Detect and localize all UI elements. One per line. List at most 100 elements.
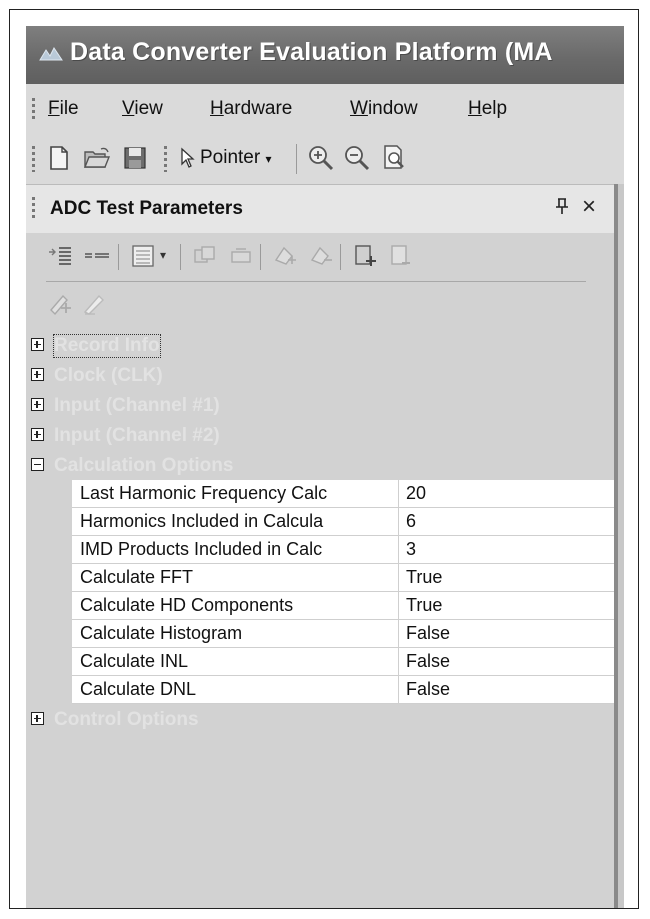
export-icon[interactable] [386,241,416,271]
copy-icon[interactable] [190,241,220,271]
category-label: Control Options [54,709,199,730]
property-value[interactable]: False [406,679,450,700]
pointer-arrow-icon [172,143,202,173]
property-row[interactable]: Harmonics Included in Calcula 6 [72,508,614,536]
remove-record-icon[interactable] [306,241,336,271]
column-divider [398,536,399,564]
property-pages-icon[interactable] [128,241,158,271]
property-value[interactable]: 20 [406,483,426,504]
property-row[interactable]: Calculate INL False [72,648,614,676]
panel-grip[interactable] [32,197,35,221]
zoom-out-icon[interactable] [342,143,372,173]
property-value[interactable]: True [406,567,442,588]
title-bar[interactable]: Data Converter Evaluation Platform (MA [26,26,624,84]
main-toolbar: Pointer ▾ [26,134,624,184]
column-divider [398,592,399,620]
property-name: IMD Products Included in Calc [80,539,323,559]
property-name: Calculate DNL [80,679,197,699]
expand-plus-icon[interactable] [31,368,44,381]
add-record-icon[interactable] [270,241,300,271]
column-divider [398,564,399,592]
collapse-minus-icon[interactable] [31,458,44,471]
expand-plus-icon[interactable] [31,428,44,441]
panel-separator [118,244,119,270]
menu-bar: File View Hardware Window Help [26,84,624,134]
category-clock[interactable]: Clock (CLK) [26,360,614,390]
toolbar-separator [296,144,297,174]
categorized-icon[interactable] [46,241,76,271]
paste-icon[interactable] [226,241,256,271]
toolbar-grip-2[interactable] [164,146,167,172]
pin-icon[interactable] [554,196,570,222]
panel-toolbar-divider [46,281,586,282]
property-row[interactable]: IMD Products Included in Calc 3 [72,536,614,564]
property-name: Calculate INL [80,651,189,671]
panel-separator [180,244,181,270]
zoom-fit-icon[interactable] [380,143,410,173]
menu-view[interactable]: View [122,98,163,120]
property-value[interactable]: False [406,623,450,644]
property-name: Calculate FFT [80,567,194,587]
panel-separator [340,244,341,270]
expand-plus-icon[interactable] [31,338,44,351]
category-label: Calculation Options [54,455,234,476]
panel-toolbar: ▾ [46,232,586,280]
column-divider [398,648,399,676]
new-file-icon[interactable] [44,143,74,173]
category-control-options[interactable]: Control Options [26,704,614,734]
property-row[interactable]: Calculate DNL False [72,676,614,704]
menu-help[interactable]: Help [468,98,507,120]
window-title: Data Converter Evaluation Platform (MA [70,38,553,66]
property-value[interactable]: True [406,595,442,616]
category-record-info[interactable]: Record Info [26,330,614,360]
category-label: Clock (CLK) [54,365,163,386]
category-calculation-options[interactable]: Calculation Options [26,450,614,480]
category-label: Input (Channel #2) [54,425,220,446]
menu-hardware[interactable]: Hardware [210,98,292,120]
expand-plus-icon[interactable] [31,398,44,411]
toolbar-grip[interactable] [32,146,35,172]
menubar-grip[interactable] [32,98,35,120]
edit-item-icon[interactable] [80,288,110,318]
property-value[interactable]: 3 [406,539,416,560]
close-icon[interactable]: × [582,193,596,221]
property-row[interactable]: Calculate FFT True [72,564,614,592]
panel-splitter-edge [618,184,624,908]
category-input-channel-2[interactable]: Input (Channel #2) [26,420,614,450]
property-row[interactable]: Last Harmonic Frequency Calc 20 [72,480,614,508]
property-name: Harmonics Included in Calcula [80,511,324,531]
panel-header[interactable]: ADC Test Parameters × [26,184,614,233]
column-divider [398,676,399,704]
open-folder-icon[interactable] [82,143,112,173]
property-grid: Record Info Clock (CLK) Input (Channel #… [26,330,614,908]
column-divider [398,620,399,648]
column-divider [398,508,399,536]
panel-toolbar-2 [46,284,126,324]
property-row[interactable]: Calculate HD Components True [72,592,614,620]
property-name: Calculate HD Components [80,595,294,615]
category-label: Record Info [53,334,161,358]
property-value[interactable]: False [406,651,450,672]
chevron-down-icon: ▾ [265,152,272,166]
property-row[interactable]: Calculate Histogram False [72,620,614,648]
category-input-channel-1[interactable]: Input (Channel #1) [26,390,614,420]
property-name: Calculate Histogram [80,623,243,643]
app-icon [39,47,63,61]
pointer-dropdown[interactable]: Pointer ▾ [200,147,272,169]
panel-title: ADC Test Parameters [50,198,243,219]
alphabetical-icon[interactable] [82,241,112,271]
column-divider [398,480,399,508]
property-value[interactable]: 6 [406,511,416,532]
panel-separator [260,244,261,270]
menu-window[interactable]: Window [350,98,418,120]
expand-plus-icon[interactable] [31,712,44,725]
add-item-icon[interactable] [46,288,76,318]
save-icon[interactable] [120,143,150,173]
property-name: Last Harmonic Frequency Calc [80,483,328,503]
chevron-down-icon[interactable]: ▾ [160,248,166,262]
zoom-in-icon[interactable] [306,143,336,173]
menu-file[interactable]: File [48,98,79,120]
app-window: Data Converter Evaluation Platform (MA F… [26,26,624,908]
import-icon[interactable] [350,241,380,271]
pointer-label: Pointer [200,147,261,168]
